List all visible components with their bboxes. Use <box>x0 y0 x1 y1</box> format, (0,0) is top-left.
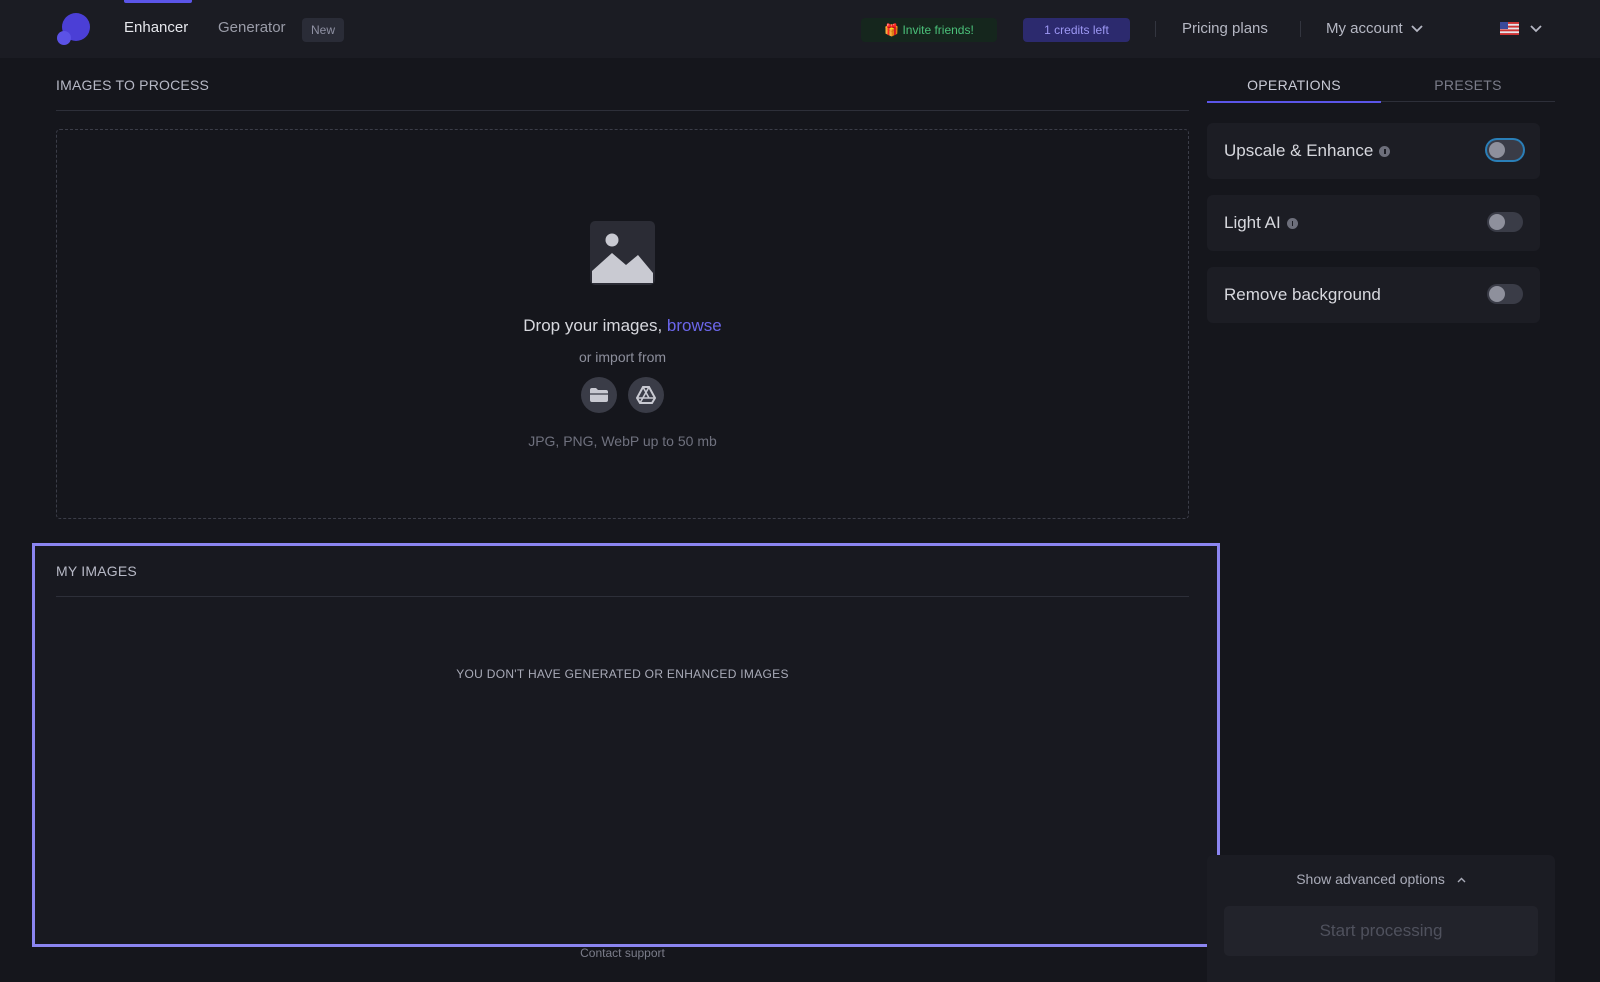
import-google-drive-button[interactable] <box>628 377 664 413</box>
divider <box>1300 21 1301 37</box>
image-placeholder-icon <box>590 221 655 285</box>
new-badge: New <box>302 18 345 42</box>
google-drive-icon <box>636 386 656 404</box>
toggle-knob <box>1489 286 1505 302</box>
browse-link[interactable]: browse <box>667 316 722 335</box>
operation-label: Upscale & Enhance <box>1224 141 1374 160</box>
remove-background-toggle[interactable] <box>1487 284 1523 304</box>
upscale-enhance-toggle[interactable] <box>1487 140 1523 160</box>
divider <box>1155 21 1156 37</box>
chevron-down-icon <box>1411 24 1423 32</box>
app-logo[interactable] <box>56 12 92 46</box>
folder-icon <box>590 388 608 402</box>
advanced-options-label: Show advanced options <box>1296 871 1445 887</box>
chevron-up-icon <box>1457 877 1466 883</box>
chevron-down-icon[interactable] <box>1530 25 1542 33</box>
divider <box>56 110 1189 111</box>
show-advanced-options-button[interactable]: Show advanced options <box>1207 871 1555 887</box>
nav-generator[interactable]: Generator <box>218 19 286 36</box>
operation-remove-background: Remove background <box>1207 267 1540 323</box>
light-ai-toggle[interactable] <box>1487 212 1523 232</box>
tab-operations[interactable]: OPERATIONS <box>1207 77 1381 93</box>
us-flag-icon[interactable] <box>1500 22 1519 35</box>
contact-support-link[interactable]: Contact support <box>0 946 1245 960</box>
start-processing-button[interactable]: Start processing <box>1224 906 1538 956</box>
operation-label: Light AI <box>1224 213 1281 232</box>
tab-presets[interactable]: PRESETS <box>1381 77 1555 93</box>
top-bar: Enhancer Generator New 🎁 Invite friends!… <box>0 0 1600 58</box>
my-account-menu[interactable]: My account <box>1326 20 1423 37</box>
active-tab-indicator <box>1207 101 1381 103</box>
divider <box>56 596 1189 597</box>
credits-badge[interactable]: 1 credits left <box>1023 18 1130 42</box>
images-to-process-title: IMAGES TO PROCESS <box>56 77 210 93</box>
import-folder-button[interactable] <box>581 377 617 413</box>
drop-label: Drop your images, <box>523 316 667 335</box>
drop-instructions: Drop your images, browse <box>0 316 1245 336</box>
my-images-title: MY IMAGES <box>56 563 137 579</box>
info-icon[interactable] <box>1379 145 1391 157</box>
info-icon[interactable] <box>1286 217 1298 229</box>
pricing-plans-link[interactable]: Pricing plans <box>1182 20 1268 37</box>
invite-friends-button[interactable]: 🎁 Invite friends! <box>861 18 997 42</box>
toggle-knob <box>1489 214 1505 230</box>
active-nav-indicator <box>124 0 192 3</box>
divider <box>1381 101 1555 102</box>
nav-enhancer[interactable]: Enhancer <box>124 19 188 36</box>
empty-state-message: YOU DON'T HAVE GENERATED OR ENHANCED IMA… <box>456 667 789 681</box>
toggle-knob <box>1489 142 1505 158</box>
my-images-panel <box>32 543 1220 947</box>
operation-upscale-enhance: Upscale & Enhance <box>1207 123 1540 179</box>
operation-label: Remove background <box>1224 285 1381 304</box>
supported-formats: JPG, PNG, WebP up to 50 mb <box>528 433 717 449</box>
my-account-label: My account <box>1326 20 1403 37</box>
import-from-label: or import from <box>578 349 667 365</box>
operation-light-ai: Light AI <box>1207 195 1540 251</box>
